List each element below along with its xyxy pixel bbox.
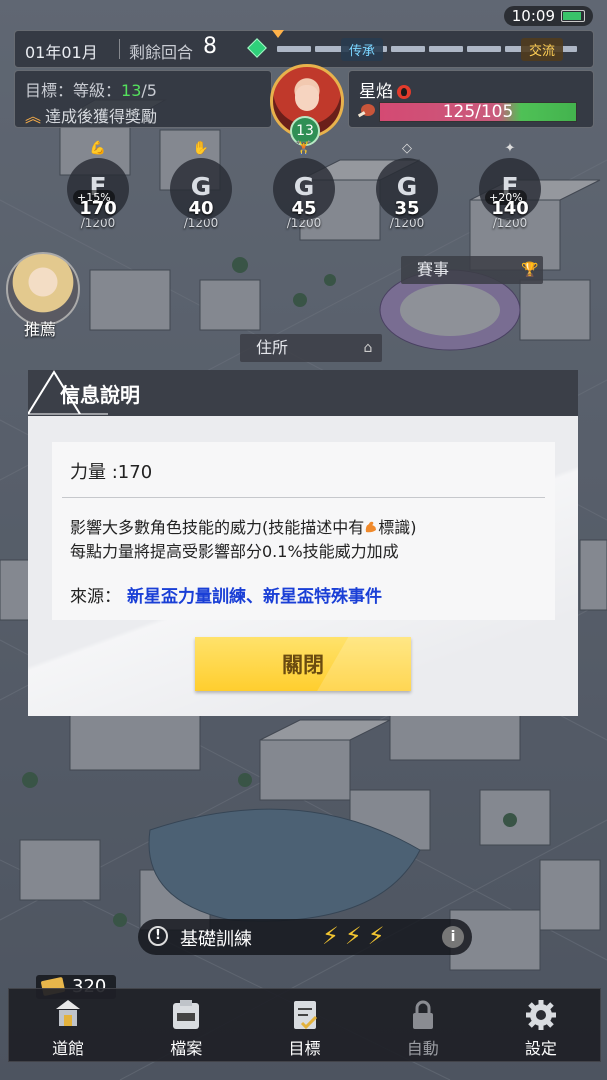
fire-attribute-icon (397, 85, 411, 99)
stat-3[interactable]: ◇ G 35/1200 (362, 142, 452, 230)
goal-reward-text: 達成後獲得獎勵 (45, 107, 158, 126)
character-name-line: 星焰 (359, 77, 411, 102)
stamina-bar: 125/105 (379, 102, 577, 122)
muscle-icon: 💪 (89, 141, 107, 156)
folder-icon (168, 997, 204, 1033)
nav-label: 設定 (524, 1039, 557, 1058)
lightning-icon: ⚡⚡⚡ (322, 922, 391, 950)
nav-label: 目標 (288, 1039, 321, 1058)
recommend-avatar[interactable] (6, 252, 80, 326)
source-label: 來源： (70, 587, 121, 607)
bottom-nav: 道館 檔案 目標 自動 設定 (8, 988, 601, 1062)
goal-line: 目標：等級：13/5 (25, 77, 157, 101)
battery-icon (561, 10, 585, 22)
stat-value: 45 (291, 198, 317, 219)
nav-item-folder[interactable]: 檔案 (127, 989, 245, 1061)
nav-item-gym[interactable]: 道館 (9, 989, 127, 1061)
goal-target-level: /5 (141, 81, 157, 100)
nav-label: 道館 (52, 1039, 85, 1058)
goal-reward-line: ︽ 達成後獲得獎勵 (25, 103, 157, 127)
warning-icon: ! (148, 926, 168, 946)
desc-line1-b: 標識) (378, 518, 417, 537)
nav-item-lock[interactable]: 自動 (364, 989, 482, 1061)
nav-label: 自動 (406, 1039, 439, 1058)
dialog-body: 力量 :170 影響大多數角色技能的威力(技能描述中有 標識) 每點力量將提高受影… (28, 416, 578, 716)
dumbbell-icon: 🏋 (295, 141, 313, 156)
info-card: 力量 :170 影響大多數角色技能的威力(技能描述中有 標識) 每點力量將提高受影… (52, 442, 555, 620)
info-icon[interactable]: i (442, 926, 464, 948)
stat-0[interactable]: 💪 F +15% 170/1200 (53, 142, 143, 230)
stat-2[interactable]: 🏋 G 45/1200 (259, 142, 349, 230)
goal-panel[interactable]: 目標：等級：13/5 ︽ 達成後獲得獎勵 (14, 70, 272, 128)
stat-grade: G (396, 172, 418, 201)
event-tag-label: 賽事 (417, 260, 450, 279)
hand-icon: ✋ (192, 141, 210, 156)
muscle-icon (366, 521, 377, 533)
source-links[interactable]: 新星盃力量訓練、新星盃特殊事件 (127, 587, 382, 607)
description: 影響大多數角色技能的威力(技能描述中有 標識) 每點力量將提高受影響部分0.1%技… (70, 516, 417, 564)
event-location-tag[interactable]: 賽事 🏆 (401, 256, 543, 284)
desc-line1-a: 影響大多數角色技能的威力(技能描述中有 (70, 518, 365, 537)
divider (62, 497, 545, 498)
trophy-icon: 🏆 (521, 262, 539, 278)
dialog-header: 信息說明 (28, 370, 578, 416)
chevron-up-icon: ︽ (25, 107, 42, 126)
green-diamond-icon (247, 38, 267, 58)
gym-icon (50, 997, 86, 1033)
rounds-label: 剩餘回合 (129, 43, 194, 62)
house-icon: ⌂ (363, 340, 373, 356)
character-name: 星焰 (359, 82, 393, 102)
nav-label: 檔案 (170, 1039, 203, 1058)
stat-4[interactable]: ✦ F +20% 140/1200 (465, 142, 555, 230)
gear-icon (523, 997, 559, 1033)
goal-prefix: 目標：等級： (25, 81, 122, 100)
stat-value: 35 (394, 198, 420, 219)
close-button[interactable]: 關閉 (195, 637, 411, 691)
stat-value: 40 (188, 198, 214, 219)
recommend-label[interactable]: 推薦 (24, 316, 56, 340)
checklist-icon (287, 997, 323, 1033)
desc-line2: 每點力量將提高受影響部分0.1%技能威力加成 (70, 542, 399, 561)
source-line: 來源： 新星盃力量訓練、新星盃特殊事件 (70, 582, 382, 607)
stat-value: 140 (491, 198, 529, 219)
stat-1[interactable]: ✋ G 40/1200 (156, 142, 246, 230)
training-label: 基礎訓練 (180, 929, 252, 950)
lock-icon (405, 997, 441, 1033)
stat-value: 170 (79, 198, 117, 219)
stat-grade: G (293, 172, 315, 201)
attribute-value: 力量 :170 (70, 462, 153, 483)
home-location-tag[interactable]: 住所 ⌂ (240, 334, 382, 362)
training-bar[interactable]: ! 基礎訓練 ⚡⚡⚡ i (138, 919, 472, 955)
rounds-value: 8 (203, 34, 217, 59)
nav-item-checklist[interactable]: 目標 (245, 989, 363, 1061)
dialog-title: 信息說明 (60, 383, 140, 407)
clock: 10:09 (511, 7, 555, 25)
system-status-bar: 10:09 (503, 6, 593, 26)
diamond-icon: ◇ (402, 141, 412, 156)
divider (119, 39, 120, 59)
nav-item-gear[interactable]: 設定 (482, 989, 600, 1061)
character-panel[interactable]: 星焰 125/105 (348, 70, 594, 128)
home-tag-label: 住所 (256, 338, 289, 357)
goal-current-level: 13 (121, 81, 142, 100)
current-turn-marker-icon (272, 30, 284, 38)
stamina-text: 125/105 (442, 102, 514, 122)
stat-grade: G (190, 172, 212, 201)
turn-panel: 01年01月 剩餘回合 8 传承 交流 (14, 30, 594, 68)
track-label-exchange[interactable]: 交流 (521, 38, 564, 61)
track-label-inherit[interactable]: 传承 (341, 38, 384, 61)
brain-icon: ✦ (504, 141, 516, 156)
meat-icon (357, 104, 375, 118)
game-date: 01年01月 (25, 43, 98, 62)
